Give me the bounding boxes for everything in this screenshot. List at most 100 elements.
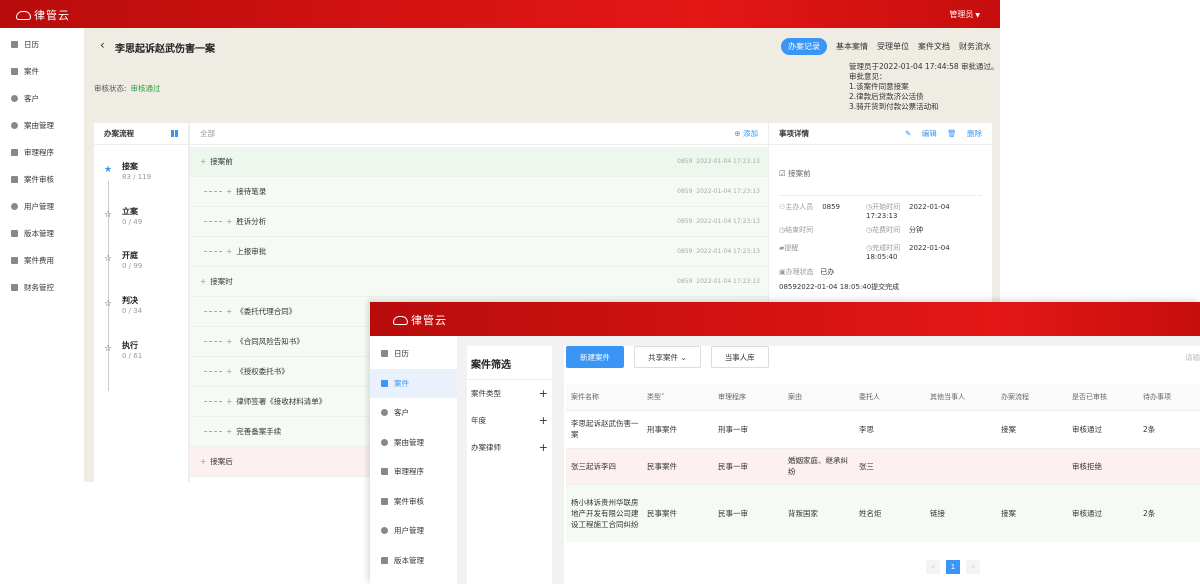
cell-todo: 2条: [1138, 410, 1200, 449]
column-header[interactable]: 其他当事人: [925, 384, 996, 411]
cloud-icon: [16, 10, 31, 20]
task-row[interactable]: + 胜诉分析 0859 2022-01-04 17:23:13: [190, 207, 768, 237]
cell-other-party: 链接: [925, 484, 996, 542]
new-case-button[interactable]: 新建案件: [566, 346, 624, 368]
sidebar-item-label: 日历: [24, 40, 39, 49]
column-header[interactable]: 案件名称: [566, 384, 642, 411]
sidebar-item-procedures[interactable]: 审理程序: [0, 139, 84, 166]
cell-case-name[interactable]: 杨小林诉贵州华联房地产开发有限公司建设工程施工合同纠纷: [566, 484, 642, 542]
tree-connector: [204, 221, 222, 222]
cell-case-name[interactable]: 张三起诉李四: [566, 448, 642, 485]
sidebar-item-cause-management[interactable]: 案由管理: [370, 428, 457, 458]
tab-basic-info[interactable]: 基本案情: [836, 41, 868, 52]
all-filter[interactable]: 全部: [200, 128, 215, 139]
grid-icon: [11, 284, 18, 291]
tab-case-documents[interactable]: 案件文档: [918, 41, 950, 52]
task-label: 胜诉分析: [236, 217, 267, 226]
grid-icon[interactable]: [171, 130, 178, 137]
tab-case-records[interactable]: 办案记录: [781, 38, 827, 55]
app-logo[interactable]: 律管云: [16, 7, 70, 23]
task-meta-time: 2022-01-04 17:23:13: [696, 278, 760, 285]
divider: [779, 195, 982, 196]
task-row[interactable]: + 上报审批 0859 2022-01-04 17:23:13: [190, 237, 768, 267]
app-logo[interactable]: 律管云: [393, 312, 447, 328]
table-row[interactable]: 杨小林诉贵州华联房地产开发有限公司建设工程施工合同纠纷 民事案件 民事一审 背叛…: [566, 484, 1200, 542]
sidebar-item-clients[interactable]: 客户: [370, 398, 457, 428]
sidebar-item-version-management[interactable]: 版本管理: [370, 546, 457, 576]
plus-icon: +: [226, 217, 233, 226]
sidebar-item-case-fees[interactable]: 案件费用: [0, 247, 84, 274]
field-value: 分钟: [909, 226, 924, 234]
add-button[interactable]: ⊕ 添加: [734, 128, 758, 139]
cell-todo: 2条: [1138, 484, 1200, 542]
cell-procedure: 民事一审: [713, 448, 783, 485]
task-meta-user: 0859: [677, 158, 693, 165]
sidebar-item-user-management[interactable]: 用户管理: [370, 516, 457, 546]
tab-accepting-unit[interactable]: 受理单位: [877, 41, 909, 52]
task-group[interactable]: + 接案时 0859 2022-01-04 17:23:13: [190, 267, 768, 297]
column-header[interactable]: 待办事项: [1138, 384, 1200, 411]
detail-actions: ✎ 编辑 🗑 删除: [897, 128, 982, 139]
column-header[interactable]: 案由: [783, 384, 854, 411]
prev-page-button[interactable]: ‹: [926, 560, 940, 574]
column-header[interactable]: 是否已审核: [1067, 384, 1138, 411]
sidebar-item-version-management[interactable]: 版本管理: [0, 220, 84, 247]
shared-cases-dropdown[interactable]: 共享案件 ⌄: [634, 346, 701, 368]
task-label: 上报审批: [236, 247, 267, 256]
column-header[interactable]: 审理程序: [713, 384, 783, 411]
user-menu[interactable]: 管理员 ▼: [949, 9, 980, 20]
filter-lawyer[interactable]: 办案律师 +: [467, 434, 552, 461]
table-row[interactable]: 李思起诉赵武伤害一案 刑事案件 刑事一审 李思 接案 审核通过 2条: [566, 410, 1200, 449]
task-row[interactable]: + 接待笔录 0859 2022-01-04 17:23:13: [190, 177, 768, 207]
sidebar-item-calendar[interactable]: 日历: [370, 339, 457, 369]
sidebar-item-cases[interactable]: 案件: [0, 58, 84, 85]
sidebar-item-cases[interactable]: 案件: [370, 368, 457, 398]
column-header[interactable]: 类型˅: [642, 384, 713, 411]
star-icon: ☆: [104, 344, 113, 354]
tab-finance-flow[interactable]: 财务流水: [959, 41, 991, 52]
sidebar-item-user-management[interactable]: 用户管理: [0, 193, 84, 220]
stage-count: 83 / 119: [122, 173, 152, 181]
search-input[interactable]: 请输: [1185, 352, 1200, 363]
column-label: 类型: [647, 392, 661, 401]
detail-stage-name: 接案前: [788, 169, 811, 178]
next-page-button[interactable]: ›: [966, 560, 980, 574]
sidebar-item-label: 案件: [24, 67, 39, 76]
table-row[interactable]: 张三起诉李四 民事案件 民事一审 婚姻家庭、继承纠纷 张三 审核拒绝: [566, 448, 1200, 485]
task-label: 《委托代理合同》: [236, 307, 297, 316]
sidebar-item-calendar[interactable]: 日历: [0, 31, 84, 58]
plus-icon: +: [200, 157, 207, 166]
cell-cause: [783, 410, 854, 449]
sidebar-item-case-review[interactable]: 案件审核: [0, 166, 84, 193]
cell-case-name[interactable]: 李思起诉赵武伤害一案: [566, 410, 642, 449]
field-label: 主办人员: [785, 203, 814, 211]
stage-name: 执行: [122, 341, 138, 350]
sidebar-item-case-review[interactable]: 案件审核: [370, 487, 457, 517]
audit-note-line: 1.该案件同意接案: [849, 82, 909, 91]
page-number[interactable]: 1: [946, 560, 960, 574]
column-header[interactable]: 办案流程: [996, 384, 1067, 411]
edit-button[interactable]: ✎ 编辑: [905, 129, 937, 138]
sidebar-item-procedures[interactable]: 审理程序: [370, 457, 457, 487]
column-header[interactable]: 委托人: [854, 384, 925, 411]
detail-stage: ☑ 接案前: [779, 169, 811, 178]
filter-title: 案件筛选: [467, 346, 552, 380]
filter-label: 年度: [471, 416, 486, 425]
sidebar-item-clients[interactable]: 客户: [0, 85, 84, 112]
user-name: 管理员: [949, 10, 974, 19]
stage-name: 判决: [122, 296, 138, 305]
audit-note-line: 审批意见：: [849, 72, 887, 81]
task-meta-user: 0859: [677, 218, 693, 225]
sidebar-item-cause-management[interactable]: 案由管理: [0, 112, 84, 139]
plus-icon: +: [226, 367, 233, 376]
delete-button[interactable]: 🗑 删除: [947, 129, 982, 138]
sidebar-item-finance[interactable]: 财务管控: [0, 274, 84, 301]
cell-type: 刑事案件: [642, 410, 713, 449]
task-group[interactable]: + 接案前 0859 2022-01-04 17:23:13: [190, 147, 768, 177]
filter-year[interactable]: 年度 +: [467, 407, 552, 434]
filter-panel: 案件筛选 案件类型 + 年度 + 办案律师 +: [467, 346, 552, 584]
cell-client: 姓名炬: [854, 484, 925, 542]
filter-case-type[interactable]: 案件类型 +: [467, 380, 552, 407]
back-arrow-icon[interactable]: ‹: [100, 38, 105, 52]
parties-library-button[interactable]: 当事人库: [710, 346, 769, 368]
